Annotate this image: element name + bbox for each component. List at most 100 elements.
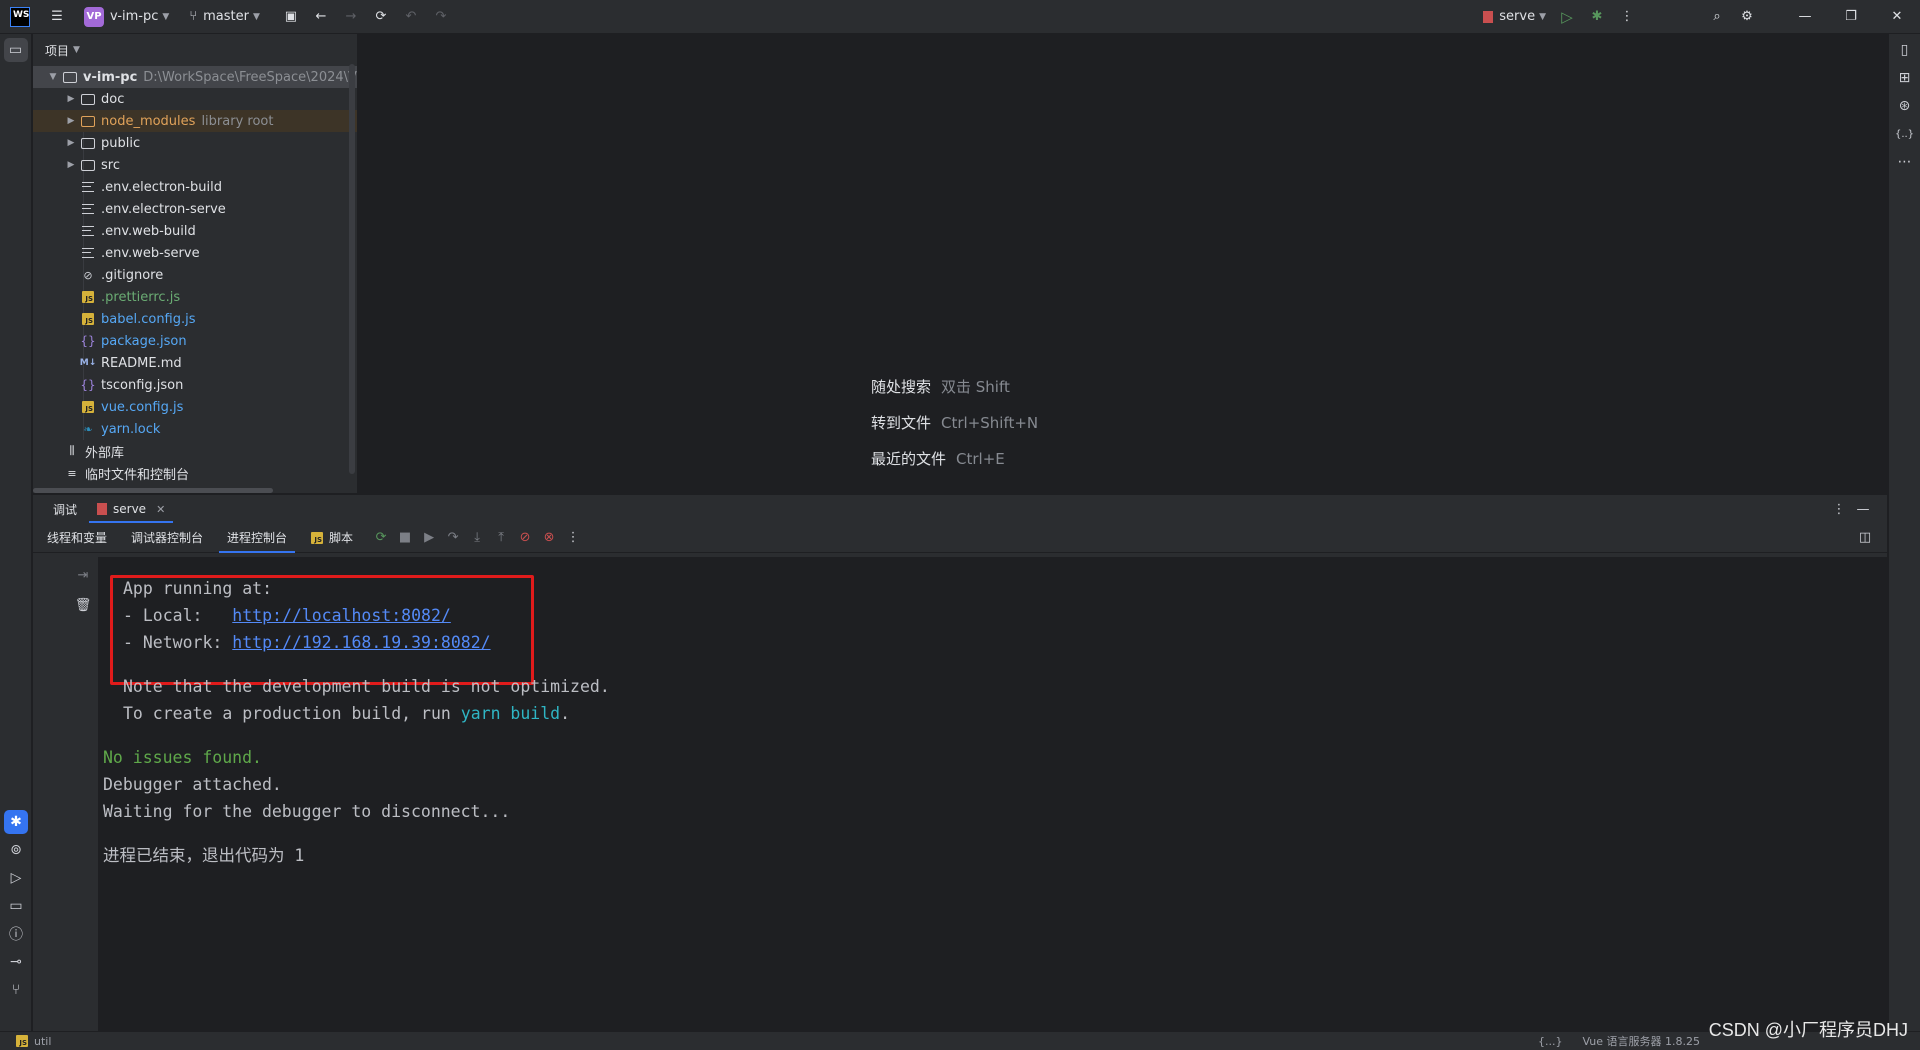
tree-item[interactable]: .env.electron-serve <box>33 198 357 220</box>
tree-item[interactable]: JS babel.config.js <box>33 308 357 330</box>
folder-icon <box>79 157 97 173</box>
tab-process-console[interactable]: 进程控制台 <box>219 523 296 553</box>
git-branch-icon: ⑂ <box>189 9 198 24</box>
chevron-down-icon: ▼ <box>73 45 80 55</box>
git-icon[interactable]: ⑂ <box>4 978 28 1002</box>
project-selector[interactable]: VP v-im-pc ▼ <box>78 6 175 27</box>
soft-wrap-icon[interactable]: ⇥ <box>71 563 95 587</box>
network-url-link[interactable]: http://192.168.19.39:8082/ <box>232 633 490 652</box>
tab-threads-variables[interactable]: 线程和变量 <box>39 523 115 553</box>
project-panel-title: 项目 <box>45 43 70 58</box>
more-icon[interactable]: ⋮ <box>1612 4 1642 30</box>
tree-item[interactable]: ▶ public <box>33 132 357 154</box>
redo-icon[interactable]: ↷ <box>426 4 456 30</box>
save-icon[interactable]: ▣ <box>276 4 306 30</box>
chevron-right-icon[interactable]: ▶ <box>63 138 79 148</box>
chevron-right-icon[interactable]: ▶ <box>63 94 79 104</box>
view-breakpoints-icon[interactable]: ⊘ <box>513 526 537 550</box>
tree-item[interactable]: ▶ node_modules library root <box>33 110 357 132</box>
tab-debugger-console[interactable]: 调试器控制台 <box>123 523 211 553</box>
structure-icon[interactable]: ⊞ <box>1893 66 1917 90</box>
step-over-icon[interactable]: ↷ <box>441 526 465 550</box>
step-into-icon[interactable]: ⤓ <box>465 526 489 550</box>
clear-console-icon[interactable]: 🗑 <box>71 593 95 617</box>
more-tools-icon[interactable]: ⋯ <box>1893 150 1917 174</box>
step-out-icon[interactable]: ⤒ <box>489 526 513 550</box>
tree-item[interactable]: .env.electron-build <box>33 176 357 198</box>
main-menu-icon[interactable]: ☰ <box>42 4 72 30</box>
vertical-scrollbar[interactable] <box>349 64 355 474</box>
run-config-icon <box>1483 10 1494 23</box>
status-module[interactable]: util <box>34 1035 51 1048</box>
more-icon[interactable]: ⋮ <box>1827 497 1851 521</box>
close-tab-icon[interactable]: ✕ <box>156 503 165 516</box>
rerun-icon[interactable]: ⟳ <box>369 526 393 550</box>
tree-item[interactable]: ▶ src <box>33 154 357 176</box>
tree-external-libs[interactable]: ⫼ 外部库 <box>33 440 357 462</box>
scratches-label: 临时文件和控制台 <box>85 467 190 483</box>
forward-arrow-icon[interactable]: → <box>336 4 366 30</box>
tree-item[interactable]: {} package.json <box>33 330 357 352</box>
database-icon[interactable]: ⊛ <box>1893 94 1917 118</box>
restore-icon[interactable]: ❐ <box>1828 4 1874 30</box>
project-folder-icon[interactable]: ▭ <box>3 38 28 62</box>
project-panel-header[interactable]: 项目 ▼ <box>33 34 357 66</box>
watermark: CSDN @小厂程序员DHJ <box>1708 1020 1908 1040</box>
problems-icon[interactable]: ⓘ <box>4 922 28 946</box>
run-config-selector[interactable]: serve ▼ <box>1477 9 1552 24</box>
tree-item[interactable]: M↓ README.md <box>33 352 357 374</box>
tree-item[interactable]: .env.web-build <box>33 220 357 242</box>
more-icon[interactable]: ⋮ <box>561 526 585 550</box>
tree-item[interactable]: {} tsconfig.json <box>33 374 357 396</box>
tree-item[interactable]: ▶ doc <box>33 88 357 110</box>
run-tool-icon[interactable]: ▷ <box>4 866 28 890</box>
search-icon[interactable]: ⌕ <box>1702 4 1732 30</box>
mute-breakpoints-icon[interactable]: ⊗ <box>537 526 561 550</box>
minimize-icon[interactable]: — <box>1782 4 1828 30</box>
chevron-right-icon[interactable]: ▶ <box>63 160 79 170</box>
layout-icon[interactable]: ◫ <box>1853 526 1877 550</box>
status-braces[interactable]: {...} <box>1538 1035 1563 1048</box>
branch-selector[interactable]: ⑂ master ▼ <box>183 9 266 24</box>
tree-item[interactable]: ❧ yarn.lock <box>33 418 357 440</box>
subtab-label: 调试器控制台 <box>131 531 204 545</box>
js-icon: JS <box>311 531 324 544</box>
resume-icon[interactable]: ▶ <box>417 526 441 550</box>
debug-tool-icon[interactable]: ✱ <box>4 810 28 834</box>
debug-icon[interactable]: ✱ <box>1582 4 1612 30</box>
terminal-icon[interactable]: ▭ <box>4 894 28 918</box>
undo-icon[interactable]: ↶ <box>396 4 426 30</box>
close-icon[interactable]: ✕ <box>1874 4 1920 30</box>
horizontal-scrollbar[interactable] <box>33 488 273 493</box>
run-icon[interactable]: ▷ <box>1552 4 1582 30</box>
console-gutter: ⇥ 🗑 <box>68 557 98 1031</box>
console-line: - Network: http://192.168.19.39:8082/ <box>123 633 491 652</box>
tree-item-label: babel.config.js <box>101 311 196 327</box>
status-vue-service[interactable]: Vue 语言服务器 1.8.25 <box>1583 1033 1701 1049</box>
tab-scripts[interactable]: JS 脚本 <box>303 523 361 553</box>
hide-panel-icon[interactable]: — <box>1851 497 1875 521</box>
tree-root[interactable]: ▼ v-im-pc D:\WorkSpace\FreeSpace\2024\V <box>33 66 357 88</box>
tab-serve[interactable]: serve ✕ <box>89 495 174 523</box>
settings-icon[interactable]: ⚙ <box>1732 4 1762 30</box>
tree-item-label: .env.web-build <box>101 223 196 239</box>
json-icon[interactable]: {..} <box>1893 122 1917 146</box>
tab-debug[interactable]: 调试 <box>45 495 85 523</box>
tree-item[interactable]: .env.web-serve <box>33 242 357 264</box>
hint-search-everywhere: 随处搜索 双击 Shift <box>871 376 1010 397</box>
tree-scratches[interactable]: ≡ 临时文件和控制台 <box>33 462 357 484</box>
tree-item[interactable]: ⊘ .gitignore <box>33 264 357 286</box>
stop-icon[interactable]: ■ <box>393 526 417 550</box>
tree-item-label: .prettierrc.js <box>101 289 181 305</box>
services-icon[interactable]: ⊚ <box>4 838 28 862</box>
tree-item[interactable]: JS vue.config.js <box>33 396 357 418</box>
commit-icon[interactable]: ⊸ <box>4 950 28 974</box>
notifications-panel-icon[interactable]: ▯ <box>1893 38 1917 62</box>
tree-item[interactable]: JS .prettierrc.js <box>33 286 357 308</box>
chevron-right-icon[interactable]: ▶ <box>63 116 79 126</box>
chevron-down-icon[interactable]: ▼ <box>45 72 61 82</box>
local-url-link[interactable]: http://localhost:8082/ <box>232 606 451 625</box>
refresh-icon[interactable]: ⟳ <box>366 4 396 30</box>
back-arrow-icon[interactable]: ← <box>306 4 336 30</box>
process-console[interactable]: ⇥ 🗑 App running at: - Local: http://local… <box>68 557 1887 1031</box>
